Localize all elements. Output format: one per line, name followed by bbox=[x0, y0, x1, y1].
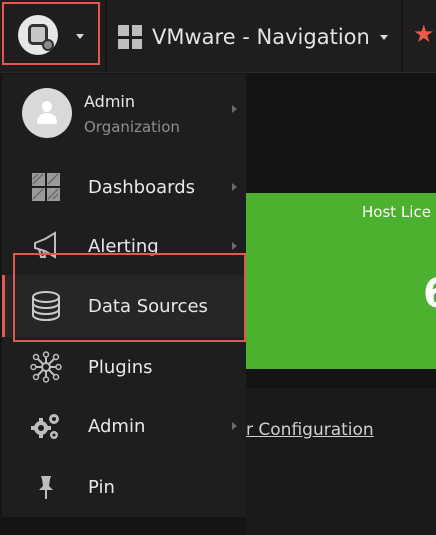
text-panel: r Configuration bbox=[246, 388, 436, 535]
caret-down-icon bbox=[379, 34, 388, 40]
profile-name: Admin bbox=[84, 92, 135, 111]
chevron-right-icon bbox=[232, 422, 237, 430]
star-icon[interactable]: ★ bbox=[413, 20, 435, 48]
profile-organization: Organization bbox=[84, 118, 180, 136]
caret-down-icon bbox=[76, 34, 84, 39]
sidemenu-item-plugins[interactable]: Plugins bbox=[2, 337, 246, 397]
profile-menu-item[interactable]: Admin Organization bbox=[2, 74, 246, 152]
navbar-divider bbox=[401, 0, 403, 72]
top-navbar: VMware - Navigation ★ bbox=[0, 0, 436, 73]
pin-icon bbox=[30, 471, 62, 503]
dashboard-grid-icon bbox=[118, 25, 142, 49]
panel-title: Host Lice bbox=[362, 203, 431, 221]
chevron-right-icon bbox=[232, 105, 237, 113]
singlestat-panel[interactable]: Host Lice 6 bbox=[246, 193, 436, 369]
sidemenu-item-admin[interactable]: Admin bbox=[2, 396, 246, 456]
dashboards-grid-icon bbox=[30, 171, 62, 203]
chevron-right-icon bbox=[232, 183, 237, 191]
grafana-logo-menu-button[interactable] bbox=[2, 2, 100, 65]
sidemenu-item-label: Alerting bbox=[88, 235, 159, 257]
sidemenu-item-label: Admin bbox=[88, 415, 146, 437]
megaphone-icon bbox=[30, 230, 62, 262]
sidemenu-item-label: Plugins bbox=[88, 356, 153, 378]
avatar bbox=[22, 88, 72, 138]
plugins-icon bbox=[30, 351, 62, 383]
sidemenu-item-alerting[interactable]: Alerting bbox=[2, 216, 246, 276]
sidemenu-item-pin[interactable]: Pin bbox=[2, 457, 246, 517]
sidemenu-item-label: Data Sources bbox=[88, 295, 208, 317]
navbar-divider bbox=[105, 0, 107, 72]
sidemenu-item-data-sources[interactable]: Data Sources bbox=[2, 275, 246, 337]
side-menu-dropdown: Admin Organization Dashboards Alerting D… bbox=[2, 74, 246, 517]
gears-icon bbox=[30, 410, 62, 442]
grafana-logo-icon bbox=[18, 15, 58, 55]
sidemenu-item-dashboards[interactable]: Dashboards bbox=[2, 157, 246, 217]
chevron-right-icon bbox=[232, 242, 237, 250]
dashboard-picker-button[interactable]: VMware - Navigation bbox=[118, 22, 388, 52]
page-background bbox=[0, 517, 246, 535]
configuration-link[interactable]: r Configuration bbox=[246, 420, 374, 440]
sidemenu-item-label: Dashboards bbox=[88, 176, 196, 198]
dashboard-title: VMware - Navigation bbox=[152, 25, 370, 49]
panel-value: 6 bbox=[423, 271, 436, 317]
database-icon bbox=[30, 290, 62, 322]
sidemenu-item-label: Pin bbox=[88, 476, 115, 498]
